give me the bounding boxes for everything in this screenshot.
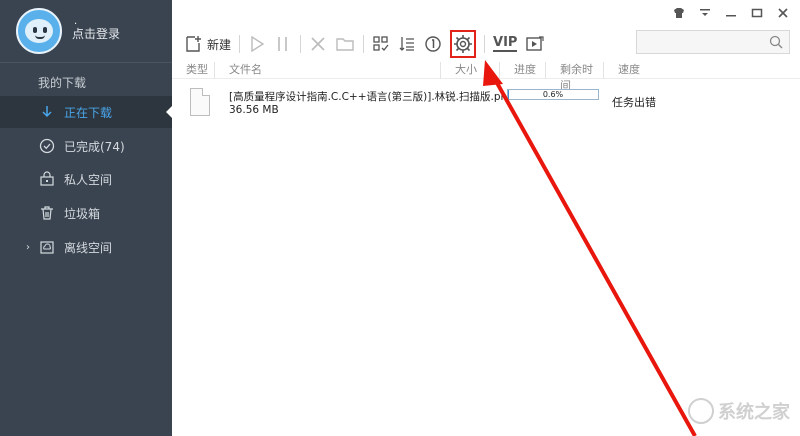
sidebar-item-label: 正在下载 [64, 105, 113, 120]
sidebar-item-private[interactable]: 私人空间 [0, 163, 172, 195]
sidebar-item-offline[interactable]: › 离线空间 [0, 231, 172, 263]
table-header: 类型 文件名 大小 进度 剩余时间 速度 [172, 62, 800, 92]
watermark-text: 系统之家 [718, 402, 790, 423]
grid-check-icon [373, 36, 389, 51]
watermark-logo-icon [688, 398, 714, 424]
sidebar-item-label: 已完成(74) [64, 139, 125, 154]
toolbar-divider [239, 35, 241, 53]
profile[interactable]: . 点击登录 [0, 0, 172, 62]
new-task-button[interactable]: 新建 [184, 30, 231, 58]
toolbar-divider [484, 35, 486, 53]
sidebar-item-label: 垃圾箱 [64, 206, 101, 221]
sidebar-item-downloading[interactable]: 正在下载 [0, 96, 172, 128]
chevron-right-icon[interactable]: › [26, 242, 30, 253]
pause-button[interactable] [274, 30, 292, 58]
maximize-icon[interactable] [750, 6, 764, 20]
pause-icon [278, 37, 287, 51]
close-icon[interactable] [776, 6, 790, 20]
task-status: 任务出错 [612, 96, 656, 109]
trash-icon [38, 204, 56, 222]
play-video-button[interactable] [525, 30, 545, 58]
section-title: 我的下载 [38, 76, 87, 90]
status-dot: . [74, 15, 78, 27]
toolbar: 新建 VIP [172, 28, 800, 60]
timer-icon [425, 36, 441, 52]
vip-button[interactable]: VIP [493, 30, 518, 58]
window-controls [672, 6, 790, 20]
login-link[interactable]: . 点击登录 [72, 16, 121, 42]
skin-icon[interactable] [672, 6, 686, 20]
search-icon[interactable] [769, 35, 783, 52]
progress-bar: 0.6% [507, 89, 599, 100]
toolbar-divider [363, 35, 365, 53]
column-speed[interactable]: 速度 [604, 62, 664, 79]
lock-box-icon [38, 170, 56, 188]
x-icon [311, 37, 325, 51]
column-type[interactable]: 类型 [172, 62, 215, 79]
download-arrow-icon [38, 103, 56, 121]
column-size[interactable]: 大小 [441, 62, 500, 79]
sidebar-divider [0, 62, 172, 63]
sidebar: . 点击登录 我的下载 正在下载 已完成(74) 私人空间 垃圾箱 › 离线空间 [0, 0, 172, 436]
watermark: 系统之家 [688, 398, 790, 424]
column-progress[interactable]: 进度 [500, 62, 546, 79]
file-name: [高质量程序设计指南.C.C++语言(第三版)].林锐.扫描版.php [229, 91, 514, 103]
new-file-icon [186, 36, 201, 52]
cloud-box-icon [38, 238, 56, 256]
select-button[interactable] [372, 30, 390, 58]
column-remaining[interactable]: 剩余时间 [546, 62, 604, 92]
minimize-icon[interactable] [724, 6, 738, 20]
avatar[interactable] [16, 8, 62, 54]
column-filename[interactable]: 文件名 [215, 62, 441, 79]
start-button[interactable] [248, 30, 266, 58]
video-play-icon [526, 36, 545, 51]
sidebar-item-label: 私人空间 [64, 172, 113, 187]
open-folder-button[interactable] [335, 30, 355, 58]
login-label: 点击登录 [72, 26, 121, 41]
sort-list-icon [399, 37, 415, 51]
settings-button[interactable] [450, 30, 477, 58]
folder-icon [336, 38, 354, 51]
new-task-label: 新建 [207, 37, 232, 52]
speed-limit-button[interactable] [424, 30, 442, 58]
table-row[interactable]: [高质量程序设计指南.C.C++语言(第三版)].林锐.扫描版.php 36.5… [172, 84, 800, 124]
sort-button[interactable] [398, 30, 416, 58]
progress-text: 0.6% [542, 90, 564, 99]
sidebar-item-label: 离线空间 [64, 240, 113, 255]
sidebar-item-trash[interactable]: 垃圾箱 [0, 197, 172, 229]
file-icon [190, 88, 210, 116]
menu-icon[interactable] [698, 6, 712, 20]
search-input[interactable] [636, 30, 790, 54]
delete-button[interactable] [309, 30, 327, 58]
file-size: 36.56 MB [229, 104, 279, 116]
vip-label: VIP [493, 35, 518, 52]
gear-icon [454, 35, 473, 53]
play-icon [251, 35, 265, 53]
check-circle-icon [38, 137, 56, 155]
toolbar-divider [300, 35, 302, 53]
sidebar-item-completed[interactable]: 已完成(74) [0, 130, 172, 162]
